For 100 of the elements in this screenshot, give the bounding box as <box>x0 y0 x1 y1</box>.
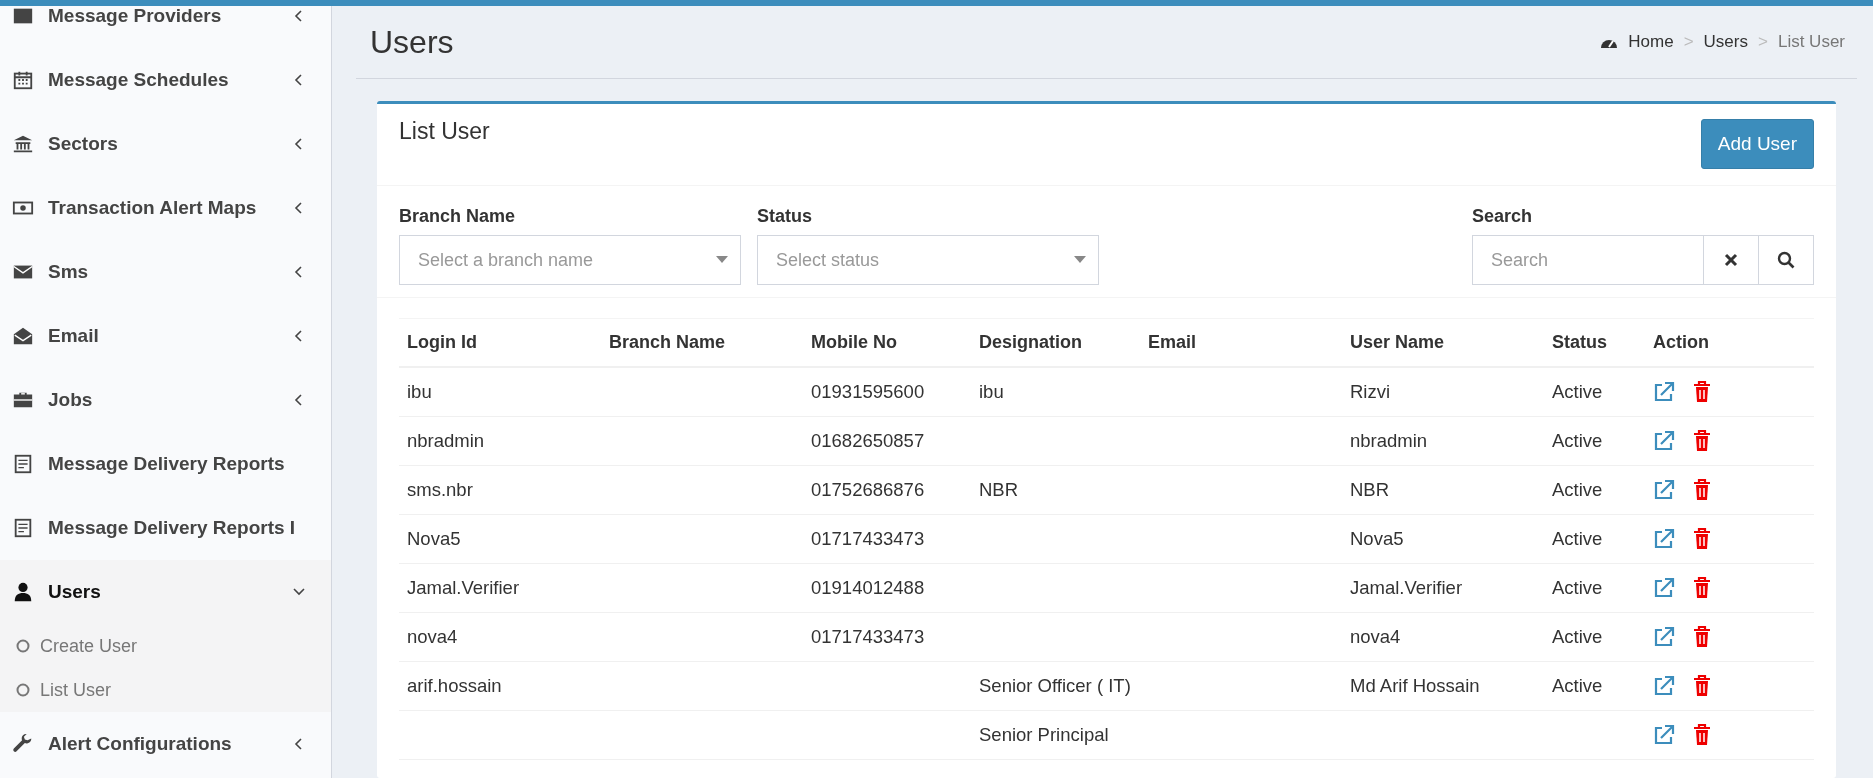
sidebar-item[interactable]: Message Delivery Reports I <box>0 496 331 560</box>
open-envelope-icon <box>12 325 34 347</box>
table-cell-text: Senior Principal <box>978 722 1110 747</box>
delete-button[interactable] <box>1693 675 1711 697</box>
sidebar-item[interactable]: Transaction Alert Maps <box>0 176 331 240</box>
table-cell-text: Jamal.Verifier <box>1349 575 1464 600</box>
table-cell-text: Md Arif Hossain <box>1349 673 1481 698</box>
edit-button[interactable] <box>1653 577 1675 599</box>
table-cell-text: arif.hossain <box>406 673 503 698</box>
table-cell-text: Senior Officer ( IT) <box>978 673 1132 698</box>
bank-icon <box>12 133 34 155</box>
submenu-item[interactable]: Create User <box>0 624 331 668</box>
table-cell-text: Nova5 <box>1349 526 1405 551</box>
edit-button[interactable] <box>1653 479 1675 501</box>
edit-button[interactable] <box>1653 724 1675 746</box>
search-field[interactable]: Search <box>1472 235 1704 285</box>
sidebar-item[interactable]: Message Providers <box>0 6 331 48</box>
page-title: Users <box>370 23 454 61</box>
table-cell-text: ibu <box>978 379 1005 404</box>
add-user-button[interactable]: Add User <box>1700 119 1814 169</box>
delete-button[interactable] <box>1693 381 1711 403</box>
calendar-icon <box>12 69 34 91</box>
search-label: Search <box>1472 206 1534 227</box>
column-header: Mobile No <box>810 332 898 353</box>
external-link-icon <box>1653 381 1675 403</box>
table-cell-text: Jamal.Verifier <box>406 575 521 600</box>
table-cell-text: 01752686876 <box>810 477 926 502</box>
breadcrumb-link[interactable]: Home <box>1628 32 1674 52</box>
trash-icon <box>1693 626 1711 648</box>
edit-button[interactable] <box>1653 675 1675 697</box>
table-cell-text: NBR <box>978 477 1020 502</box>
external-link-icon <box>1653 479 1675 501</box>
delete-button[interactable] <box>1693 479 1711 501</box>
table-cell-text: ibu <box>406 379 433 404</box>
circle-icon <box>16 639 30 653</box>
column-header: Email <box>1147 332 1198 353</box>
report-icon <box>12 517 34 539</box>
external-link-icon <box>1653 724 1675 746</box>
search-icon <box>1777 251 1795 269</box>
table-cell-text: nbradmin <box>406 428 486 453</box>
sidebar-item[interactable]: Message Schedules <box>0 48 331 112</box>
sidebar-item[interactable]: Users <box>0 560 331 624</box>
delete-button[interactable] <box>1693 528 1711 550</box>
filter-label: Branch Name <box>399 206 517 227</box>
table-cell-text: 01682650857 <box>810 428 926 453</box>
caret-icon <box>1074 256 1086 264</box>
table-cell-text: nbradmin <box>1349 428 1429 453</box>
delete-button[interactable] <box>1693 626 1711 648</box>
sidebar-item[interactable]: Alert Configurations <box>0 712 331 776</box>
table-cell-text: Active <box>1551 673 1604 698</box>
edit-button[interactable] <box>1653 430 1675 452</box>
wrench-icon <box>12 733 34 755</box>
table-cell-text: Active <box>1551 575 1604 600</box>
column-header: Status <box>1551 332 1608 353</box>
trash-icon <box>1693 528 1711 550</box>
clear-button[interactable] <box>1704 235 1759 285</box>
delete-button[interactable] <box>1693 577 1711 599</box>
sidebar-item[interactable]: Sms <box>0 240 331 304</box>
trash-icon <box>1693 675 1711 697</box>
circle-icon <box>16 683 30 697</box>
trash-icon <box>1693 479 1711 501</box>
sidebar-item[interactable]: Jobs <box>0 368 331 432</box>
breadcrumb-separator: > <box>1758 32 1768 52</box>
column-header: Action <box>1652 332 1710 353</box>
table-cell-text: nova4 <box>1349 624 1402 649</box>
search-button[interactable] <box>1759 235 1814 285</box>
table-cell-text: Active <box>1551 526 1604 551</box>
table-cell-text: Active <box>1551 428 1604 453</box>
sidebar-item[interactable]: Sectors <box>0 112 331 176</box>
edit-button[interactable] <box>1653 528 1675 550</box>
column-header: Designation <box>978 332 1083 353</box>
edit-button[interactable] <box>1653 626 1675 648</box>
breadcrumb-link[interactable]: Users <box>1703 32 1748 52</box>
table-cell-text: nova4 <box>406 624 459 649</box>
external-link-icon <box>1653 528 1675 550</box>
delete-button[interactable] <box>1693 430 1711 452</box>
caret-icon <box>716 256 728 264</box>
breadcrumb-link[interactable]: List User <box>1777 32 1845 52</box>
filter-label: Status <box>757 206 813 227</box>
sidebar-item[interactable]: Message Delivery Reports <box>0 432 331 496</box>
submenu-item[interactable]: List User <box>0 668 331 712</box>
column-header: Branch Name <box>608 332 727 353</box>
column-header: User Name <box>1349 332 1446 353</box>
table-cell-text: NBR <box>1349 477 1391 502</box>
user-icon <box>12 581 34 603</box>
table-cell-text: Nova5 <box>406 526 462 551</box>
trash-icon <box>1693 430 1711 452</box>
table-cell-text: 01931595600 <box>810 379 926 404</box>
external-link-icon <box>1653 430 1675 452</box>
table-cell-text: sms.nbr <box>406 477 474 502</box>
trash-icon <box>1693 381 1711 403</box>
external-link-icon <box>1653 626 1675 648</box>
edit-button[interactable] <box>1653 381 1675 403</box>
table-cell-text: Active <box>1551 624 1604 649</box>
external-link-icon <box>1653 577 1675 599</box>
delete-button[interactable] <box>1693 724 1711 746</box>
table-cell-text: Active <box>1551 477 1604 502</box>
sidebar-item[interactable]: Email <box>0 304 331 368</box>
report-icon <box>12 453 34 475</box>
trash-icon <box>1693 577 1711 599</box>
